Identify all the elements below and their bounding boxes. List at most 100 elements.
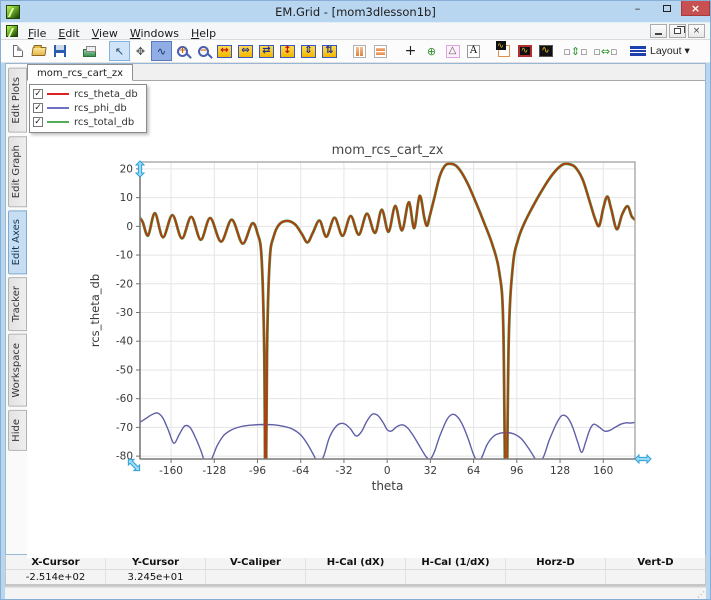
- readout-value: 3.245e+01: [105, 570, 205, 584]
- legend-row: ✓ rcs_theta_db: [33, 87, 138, 101]
- horizontal-bars-button[interactable]: [370, 41, 391, 61]
- legend-checkbox-rcs_phi_db[interactable]: ✓: [33, 103, 43, 113]
- x-axis-label: theta: [372, 479, 404, 493]
- resize-grip[interactable]: ⋰: [697, 591, 705, 599]
- full-scale-y-button[interactable]: ↕: [277, 41, 298, 61]
- open-button[interactable]: [28, 41, 49, 61]
- text-label-button[interactable]: A: [463, 41, 484, 61]
- x-tick-label: 0: [384, 465, 391, 477]
- mdi-restore-button[interactable]: [669, 24, 686, 38]
- y-axis-label: rcs_theta_db: [88, 274, 102, 347]
- maximize-icon: [663, 5, 671, 12]
- status-bar: ⋰: [5, 588, 706, 599]
- document-tab-bar: mom_rcs_cart_zx: [27, 64, 705, 81]
- x-tick-label: 96: [510, 465, 524, 477]
- menu-bar: FileEditViewWindowsHelp ×: [1, 22, 710, 40]
- zoom-out-button[interactable]: −: [193, 41, 214, 61]
- pan-hand-tool-button[interactable]: ✥: [130, 41, 151, 61]
- new-file-button[interactable]: [7, 41, 28, 61]
- menu-view[interactable]: View: [86, 26, 124, 41]
- cursor-readout-table: X-CursorY-CursorV-CaliperH-Cal (dX)H-Cal…: [5, 555, 706, 585]
- sidebar-tab-hide[interactable]: Hide: [8, 410, 27, 451]
- y-tick-label: -10: [116, 250, 133, 262]
- compress-x-button[interactable]: ⇄: [256, 41, 277, 61]
- readout-value: [505, 570, 605, 584]
- x-tick-label: -160: [159, 465, 183, 477]
- y-tick-label: -60: [116, 393, 133, 405]
- chart-title: mom_rcs_cart_zx: [332, 143, 444, 158]
- tracker-axes-button[interactable]: ⊕: [421, 41, 442, 61]
- y-tick-label: 20: [120, 163, 133, 175]
- mdi-minimize-button[interactable]: [650, 24, 667, 38]
- minimize-button[interactable]: –: [623, 1, 652, 16]
- toolbar: ↖✥∿+−↔⇔⇄↕⇕⇅+⊕△A∿∿⇕⇔Layout ▾: [1, 40, 710, 63]
- legend-row: ✓ rcs_total_db: [33, 115, 138, 129]
- sidebar-tab-workspace[interactable]: Workspace: [8, 334, 27, 407]
- caliper-button[interactable]: △: [442, 41, 463, 61]
- mdi-close-button[interactable]: ×: [688, 24, 705, 38]
- app-window: EM.Grid - [mom3dlesson1b] – × FileEditVi…: [0, 0, 711, 600]
- readout-value: [405, 570, 505, 584]
- expand-y-button[interactable]: ⇕: [298, 41, 319, 61]
- zoom-in-button[interactable]: +: [172, 41, 193, 61]
- menu-file[interactable]: File: [22, 26, 52, 41]
- legend-label: rcs_total_db: [74, 117, 134, 128]
- close-button[interactable]: ×: [681, 1, 710, 16]
- menu-windows[interactable]: Windows: [124, 26, 185, 41]
- vertical-bars-button[interactable]: [349, 41, 370, 61]
- legend-label: rcs_theta_db: [74, 89, 138, 100]
- y-tick-label: -40: [116, 336, 133, 348]
- legend-checkbox-rcs_total_db[interactable]: ✓: [33, 117, 43, 127]
- space-horizontal-button[interactable]: ⇔: [595, 41, 616, 61]
- readout-value: [605, 570, 705, 584]
- save-button[interactable]: [49, 41, 70, 61]
- document-icon: [6, 25, 18, 37]
- x-tick-label: -128: [202, 465, 226, 477]
- window-title: EM.Grid - [mom3dlesson1b]: [1, 5, 710, 19]
- y-tick-label: -20: [116, 278, 133, 290]
- x-tick-label: 128: [550, 465, 570, 477]
- legend-checkbox-rcs_theta_db[interactable]: ✓: [33, 89, 43, 99]
- legend-line-sample: [47, 107, 69, 109]
- y-tick-label: 0: [126, 221, 133, 233]
- layout-icon: [630, 46, 646, 56]
- pointer-tool-button[interactable]: ↖: [109, 41, 130, 61]
- title-bar: EM.Grid - [mom3dlesson1b] – ×: [1, 1, 710, 22]
- menu-edit[interactable]: Edit: [52, 26, 85, 41]
- sidebar-tab-strip: Edit Plots Edit Graph Edit Axes Tracker Work…: [6, 64, 27, 554]
- readout-value: -2.514e+02: [6, 570, 105, 584]
- legend-row: ✓ rcs_phi_db: [33, 101, 138, 115]
- legend-line-sample: [47, 121, 69, 123]
- legend-label: rcs_phi_db: [74, 103, 127, 114]
- space-vertical-button[interactable]: ⇕: [565, 41, 586, 61]
- x-axis-caliper[interactable]: [635, 455, 651, 463]
- sidebar-tab-edit-axes[interactable]: Edit Axes: [8, 210, 27, 274]
- legend-line-sample: [47, 93, 69, 95]
- readout-value: [305, 570, 405, 584]
- maximize-button[interactable]: [652, 1, 681, 16]
- chart-svg[interactable]: -160-128-96-64-32032649612816020100-10-2…: [27, 81, 705, 554]
- chart-red-button[interactable]: ∿: [514, 41, 535, 61]
- y-tick-label: 10: [120, 192, 133, 204]
- expand-x-button[interactable]: ⇔: [235, 41, 256, 61]
- sidebar-tab-tracker[interactable]: Tracker: [8, 277, 27, 331]
- print-button[interactable]: [79, 41, 100, 61]
- workspace-area: Edit Plots Edit Graph Edit Axes Tracker Work…: [5, 63, 706, 555]
- x-tick-label: 160: [593, 465, 613, 477]
- x-tick-label: -64: [292, 465, 309, 477]
- document-tab-mom_rcs_cart_zx[interactable]: mom_rcs_cart_zx: [27, 64, 133, 81]
- x-tick-label: -32: [335, 465, 352, 477]
- zoom-box-tool-button[interactable]: ∿: [151, 41, 172, 61]
- sidebar-tab-edit-graph[interactable]: Edit Graph: [8, 136, 27, 207]
- chart-dark-button[interactable]: ∿: [535, 41, 556, 61]
- sidebar-tab-edit-plots[interactable]: Edit Plots: [8, 68, 27, 133]
- x-tick-label: 32: [424, 465, 437, 477]
- readout-value: [205, 570, 305, 584]
- menu-help[interactable]: Help: [185, 26, 222, 41]
- compress-y-button[interactable]: ⇅: [319, 41, 340, 61]
- x-tick-label: -96: [249, 465, 266, 477]
- plot-thumbnail-button[interactable]: [493, 41, 514, 61]
- layout-dropdown[interactable]: Layout ▾: [625, 41, 695, 61]
- full-scale-x-button[interactable]: ↔: [214, 41, 235, 61]
- crosshair-button[interactable]: +: [400, 41, 421, 61]
